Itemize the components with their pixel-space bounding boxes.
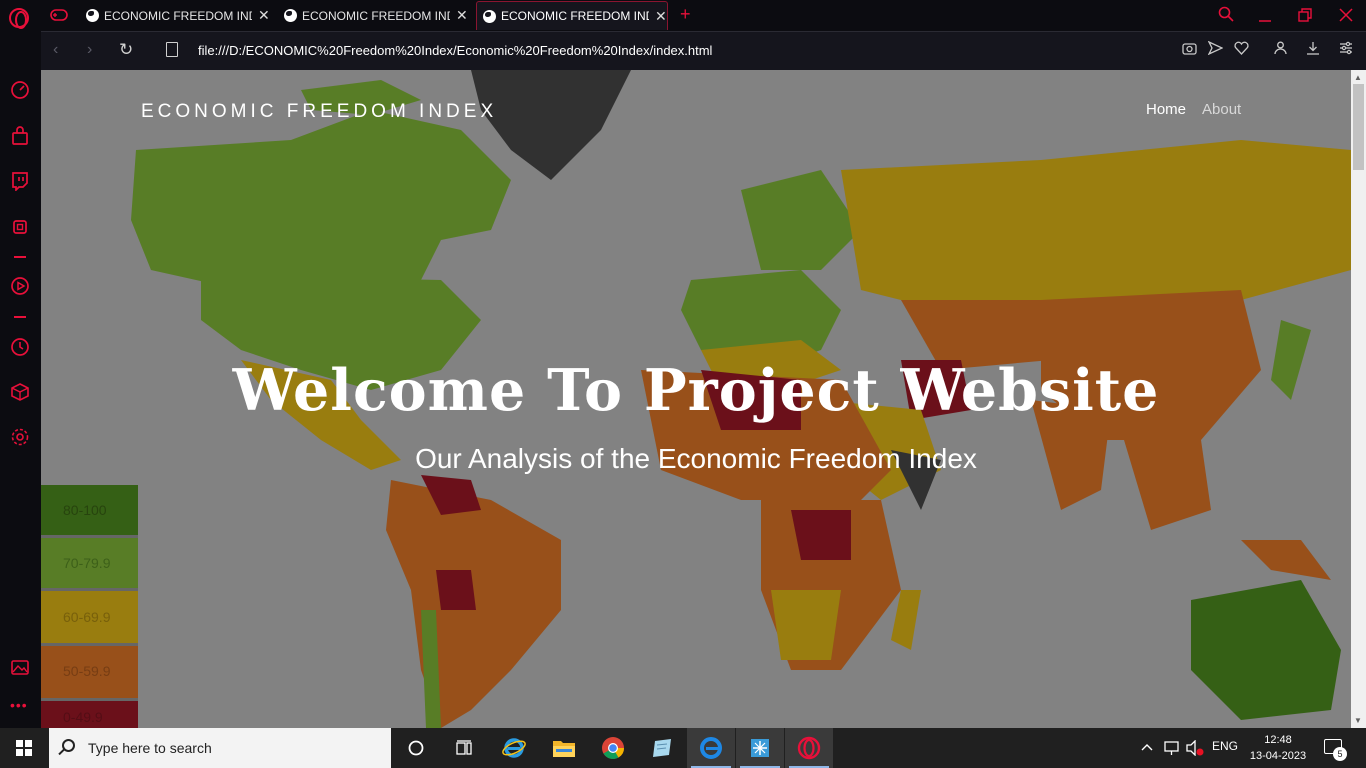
windows-taskbar: Type here to search ENG 12:48 13-04-2023…: [0, 728, 1366, 768]
scroll-up-icon[interactable]: ▲: [1354, 73, 1362, 82]
browser-tab[interactable]: ECONOMIC FREEDOM INDEX ✕: [80, 1, 272, 30]
tab-close-icon[interactable]: ✕: [456, 7, 468, 24]
tab-title: ECONOMIC FREEDOM INDEX: [302, 8, 450, 23]
opera-menu-icon[interactable]: [9, 8, 29, 29]
browser-sidebar: •••: [0, 31, 41, 728]
globe-icon: [284, 9, 297, 22]
tab-title: ECONOMIC FREEDOM INDEX: [501, 9, 649, 23]
speed-dial-icon[interactable]: [10, 80, 30, 100]
new-tab-button[interactable]: +: [680, 4, 691, 25]
back-icon[interactable]: ‹: [53, 41, 58, 59]
search-tabs-icon[interactable]: [1218, 6, 1234, 22]
snip-icon[interactable]: [736, 728, 784, 768]
show-hidden-icons[interactable]: [1141, 742, 1153, 752]
shopping-bag-icon[interactable]: [10, 126, 30, 146]
sidebar-divider: [14, 316, 26, 318]
history-icon[interactable]: [10, 337, 30, 357]
notepad-icon[interactable]: [638, 728, 686, 768]
send-icon[interactable]: [1208, 41, 1223, 55]
scroll-down-icon[interactable]: ▼: [1354, 716, 1362, 725]
account-icon[interactable]: [1274, 41, 1287, 55]
download-icon[interactable]: [1306, 41, 1320, 55]
scrollbar-thumb[interactable]: [1353, 84, 1364, 170]
close-window-icon[interactable]: [1339, 8, 1353, 22]
file-explorer-icon[interactable]: [540, 728, 588, 768]
nav-about-link[interactable]: About: [1202, 101, 1241, 118]
sidebar-divider: [14, 256, 26, 258]
player-icon[interactable]: [10, 276, 30, 296]
windows-start-icon[interactable]: [16, 740, 32, 756]
snapshot-icon[interactable]: [1182, 41, 1197, 55]
site-brand[interactable]: ECONOMIC FREEDOM INDEX: [141, 101, 497, 123]
globe-icon: [483, 9, 496, 23]
reload-icon[interactable]: ↻: [119, 40, 133, 60]
taskbar-search-box[interactable]: Type here to search: [49, 728, 391, 768]
tab-close-icon[interactable]: ✕: [258, 7, 270, 24]
settings-icon[interactable]: [10, 427, 30, 447]
system-clock[interactable]: 12:48 13-04-2023: [1248, 732, 1308, 764]
hero-title: Welcome To Project Website: [232, 357, 1160, 424]
notification-count-badge: 5: [1333, 747, 1347, 761]
nav-home-link[interactable]: Home: [1146, 101, 1186, 118]
page-viewport: 80-100 70-79.9 60-69.9 50-59.9 0-49.9 EC…: [41, 70, 1351, 728]
ie-icon[interactable]: [490, 728, 538, 768]
clock-time: 12:48: [1264, 734, 1292, 746]
browser-tab[interactable]: ECONOMIC FREEDOM INDEX ✕: [278, 1, 470, 30]
gallery-icon[interactable]: [10, 657, 30, 677]
hero-subtitle: Our Analysis of the Economic Freedom Ind…: [415, 443, 977, 474]
cube-icon[interactable]: [10, 382, 30, 402]
minimize-icon[interactable]: [1258, 8, 1272, 22]
forward-icon[interactable]: ›: [87, 41, 92, 59]
page-scrollbar[interactable]: ▲ ▼: [1351, 70, 1366, 728]
easy-setup-icon[interactable]: [1339, 41, 1353, 55]
heart-icon[interactable]: [1234, 41, 1249, 55]
restore-icon[interactable]: [1298, 8, 1312, 22]
search-placeholder: Type here to search: [88, 740, 212, 756]
globe-icon: [86, 9, 99, 22]
opera-icon[interactable]: [785, 728, 833, 768]
cortana-icon[interactable]: [392, 728, 440, 768]
language-indicator[interactable]: ENG: [1212, 739, 1238, 753]
volume-muted-icon[interactable]: [1186, 740, 1204, 756]
gamepad-icon[interactable]: [50, 8, 68, 22]
twitch-icon[interactable]: [10, 171, 30, 191]
address-bar: ‹ › ↻ file:///D:/ECONOMIC%20Freedom%20In…: [41, 31, 1366, 70]
network-icon[interactable]: [1163, 740, 1181, 756]
browser-tab-strip: ECONOMIC FREEDOM INDEX ✕ ECONOMIC FREEDO…: [0, 0, 1366, 31]
chip-icon[interactable]: [10, 217, 30, 237]
page-info-icon[interactable]: [166, 42, 178, 57]
task-view-icon[interactable]: [440, 728, 488, 768]
tab-title: ECONOMIC FREEDOM INDEX: [104, 8, 252, 23]
search-icon: [62, 739, 75, 752]
browser-tab-active[interactable]: ECONOMIC FREEDOM INDEX ✕: [476, 1, 668, 30]
url-field[interactable]: file:///D:/ECONOMIC%20Freedom%20Index/Ec…: [198, 43, 712, 58]
clock-date: 13-04-2023: [1249, 750, 1307, 762]
more-icon[interactable]: •••: [10, 697, 28, 713]
tab-close-icon[interactable]: ✕: [655, 8, 667, 25]
chrome-icon[interactable]: [589, 728, 637, 768]
edge-icon[interactable]: [687, 728, 735, 768]
